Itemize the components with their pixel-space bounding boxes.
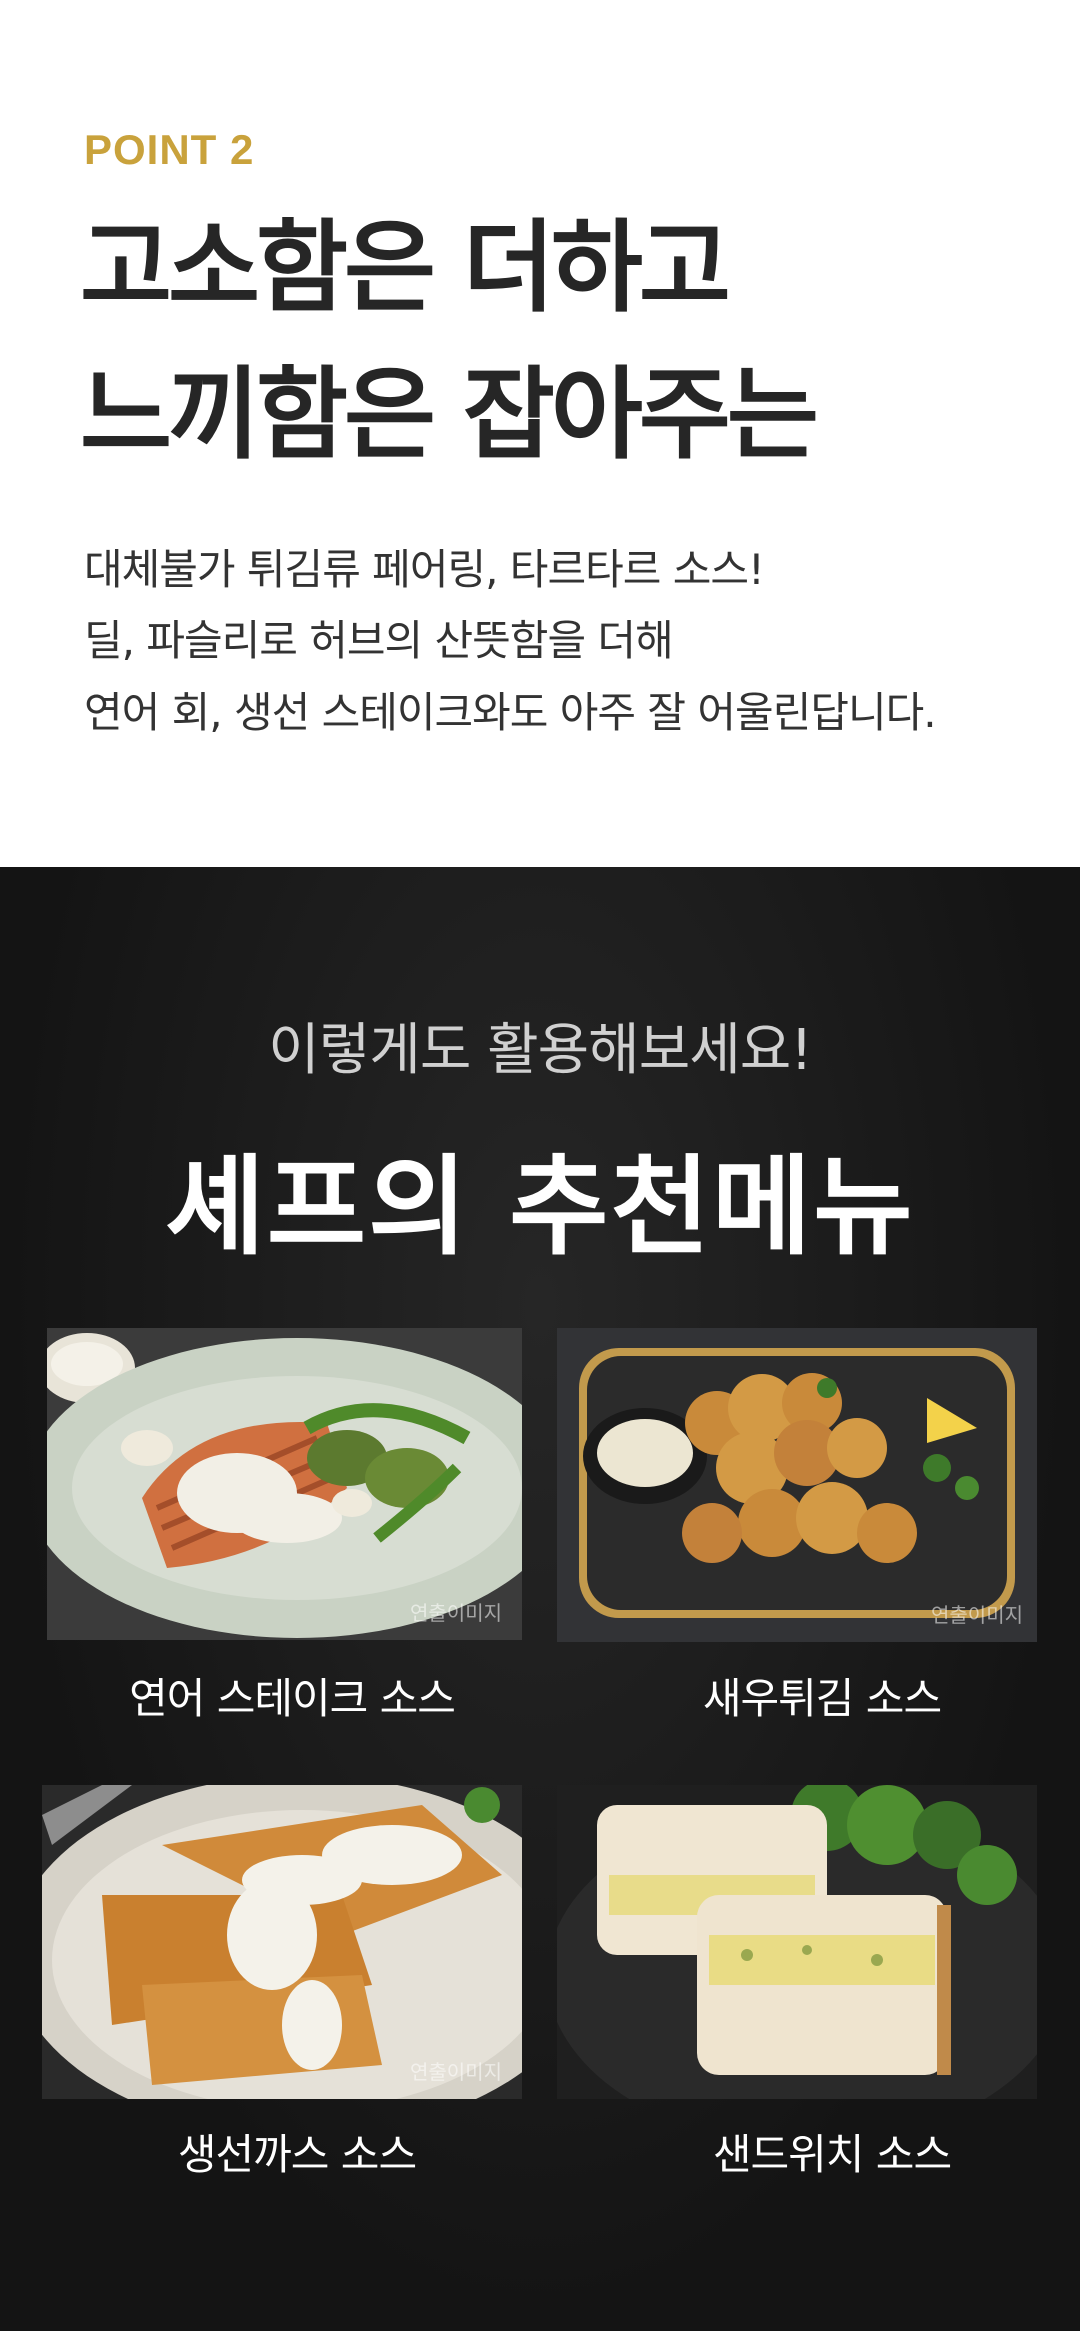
- headline-line-2: 느끼함은 잡아주는: [80, 356, 819, 473]
- description-line-3: 연어 회, 생선 스테이크와도 아주 잘 어울린답니다.: [84, 688, 937, 737]
- recommend-subtitle: 이렇게도 활용해보세요!: [268, 1018, 812, 1083]
- watermark-text: 연출이미지: [931, 1603, 1023, 1627]
- intro-section: POINT 2 고소함은 더하고 느끼함은 잡아주는 대체불가 튀김류 페어링,…: [0, 0, 1080, 867]
- menu-caption-salmon: 연어 스테이크 소스: [129, 1674, 456, 1723]
- headline-line-1: 고소함은 더하고: [80, 209, 731, 326]
- fried-shrimp-image: 연출이미지: [557, 1328, 1037, 1642]
- menu-caption-sandwich: 샌드위치 소스: [712, 2130, 952, 2179]
- recommend-title: 셰프의 추천메뉴: [165, 1145, 915, 1270]
- salmon-steak-image: 연출이미지: [47, 1328, 522, 1640]
- description-line-1: 대체불가 튀김류 페어링, 타르타르 소스!: [84, 545, 765, 594]
- point-label: POINT 2: [84, 126, 255, 173]
- sandwich-image: [557, 1785, 1037, 2099]
- fish-cutlet-image: 연출이미지: [42, 1785, 522, 2099]
- watermark-text: 연출이미지: [410, 2060, 502, 2084]
- description-line-2: 딜, 파슬리로 허브의 산뜻함을 더해: [84, 616, 674, 665]
- menu-caption-shrimp: 새우튀김 소스: [702, 1674, 942, 1723]
- menu-caption-fish-cutlet: 생선까스 소스: [177, 2130, 417, 2179]
- watermark-text: 연출이미지: [410, 1601, 502, 1625]
